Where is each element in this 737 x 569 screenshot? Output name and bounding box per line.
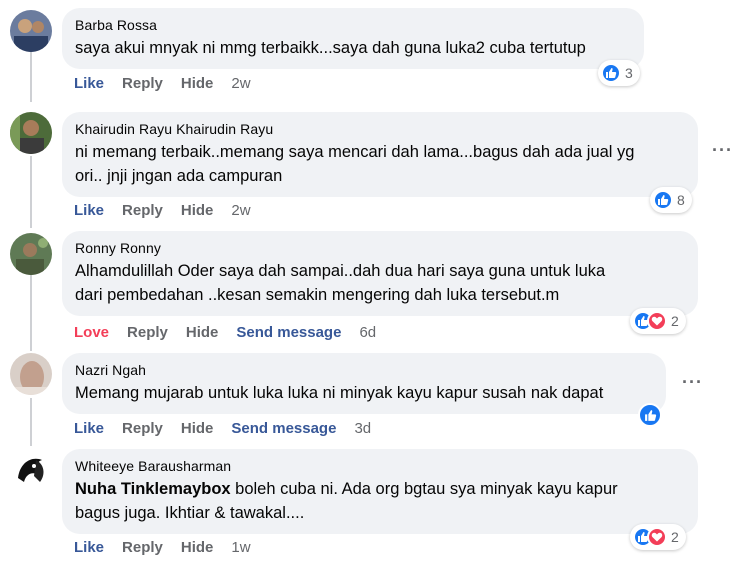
- love-reaction-icon: [647, 311, 667, 331]
- love-button[interactable]: Love: [74, 324, 109, 341]
- hide-button[interactable]: Hide: [181, 539, 214, 556]
- more-options-icon[interactable]: ···: [682, 372, 703, 393]
- comment-text: bagus juga. Ikhtiar & tawakal....: [75, 504, 305, 522]
- like-button[interactable]: Like: [74, 539, 104, 556]
- reaction-count: 8: [677, 192, 685, 208]
- comment-timestamp[interactable]: 3d: [354, 420, 371, 437]
- comment-actions: Like Reply Hide 1w: [74, 537, 269, 557]
- comment-text: Alhamdulillah Oder saya dah sampai..dah …: [75, 262, 606, 280]
- comment-bubble: Nazri Ngah Memang mujarab untuk luka luk…: [62, 353, 666, 414]
- reaction-summary[interactable]: 8: [650, 187, 692, 213]
- comment-text: Nuha Tinklemaybox boleh cuba ni. Ada org…: [75, 477, 685, 501]
- reply-button[interactable]: Reply: [122, 75, 163, 92]
- reply-button[interactable]: Reply: [127, 324, 168, 341]
- hide-button[interactable]: Hide: [181, 75, 214, 92]
- reaction-summary[interactable]: 2: [630, 308, 686, 334]
- hide-button[interactable]: Hide: [181, 420, 214, 437]
- like-button[interactable]: Like: [74, 202, 104, 219]
- love-reaction-icon: [647, 527, 667, 547]
- reaction-summary[interactable]: 2: [630, 524, 686, 550]
- thread-line: [30, 398, 32, 446]
- mentioned-user[interactable]: Nuha Tinklemaybox: [75, 480, 231, 498]
- send-message-button[interactable]: Send message: [236, 324, 341, 341]
- hide-button[interactable]: Hide: [181, 202, 214, 219]
- comment-text: saya akui mnyak ni mmg terbaikk...saya d…: [75, 39, 586, 57]
- reaction-summary[interactable]: 3: [598, 60, 640, 86]
- comment-text-part: boleh cuba ni. Ada org bgtau sya minyak …: [230, 480, 618, 498]
- comment-bubble: Khairudin Rayu Khairudin Rayu ni memang …: [62, 112, 698, 197]
- reaction-count: 2: [671, 313, 679, 329]
- comment-actions: Like Reply Hide 2w: [74, 73, 269, 93]
- thread-line: [30, 52, 32, 102]
- reaction-count: 3: [625, 65, 633, 81]
- comment-author[interactable]: Nazri Ngah: [75, 361, 653, 379]
- reaction-count: 2: [671, 529, 679, 545]
- comment-actions: Love Reply Hide Send message 6d: [74, 322, 394, 342]
- like-reaction-icon: [653, 190, 673, 210]
- avatar[interactable]: [10, 448, 52, 490]
- hide-button[interactable]: Hide: [186, 324, 219, 341]
- thread-line: [30, 275, 32, 351]
- like-button[interactable]: Like: [74, 420, 104, 437]
- comment-author[interactable]: Barba Rossa: [75, 16, 631, 34]
- comment-bubble: Ronny Ronny Alhamdulillah Oder saya dah …: [62, 231, 698, 316]
- more-options-icon[interactable]: ···: [712, 140, 733, 161]
- comment-timestamp[interactable]: 6d: [359, 324, 376, 341]
- avatar[interactable]: [10, 353, 52, 395]
- thread-line: [30, 156, 32, 228]
- avatar[interactable]: [10, 10, 52, 52]
- comment-text: ni memang terbaik..memang saya mencari d…: [75, 143, 635, 161]
- reaction-summary[interactable]: [636, 402, 664, 428]
- reply-button[interactable]: Reply: [122, 420, 163, 437]
- comment-actions: Like Reply Hide 2w: [74, 200, 269, 220]
- like-button[interactable]: Like: [74, 75, 104, 92]
- avatar[interactable]: [10, 112, 52, 154]
- comment-timestamp[interactable]: 1w: [231, 539, 250, 556]
- comment-author[interactable]: Khairudin Rayu Khairudin Rayu: [75, 120, 685, 138]
- comment-text: Memang mujarab untuk luka luka ni minyak…: [75, 384, 604, 402]
- avatar[interactable]: [10, 233, 52, 275]
- comment-bubble: Whiteeye Barausharman Nuha Tinklemaybox …: [62, 449, 698, 534]
- comment-bubble: Barba Rossa saya akui mnyak ni mmg terba…: [62, 8, 644, 69]
- comment-author[interactable]: Whiteeye Barausharman: [75, 457, 685, 475]
- reply-button[interactable]: Reply: [122, 202, 163, 219]
- comment-timestamp[interactable]: 2w: [231, 75, 250, 92]
- comment-text: ori.. jnji jngan ada campuran: [75, 167, 283, 185]
- reply-button[interactable]: Reply: [122, 539, 163, 556]
- comment-actions: Like Reply Hide Send message 3d: [74, 418, 389, 438]
- send-message-button[interactable]: Send message: [231, 420, 336, 437]
- comment-author[interactable]: Ronny Ronny: [75, 239, 685, 257]
- like-reaction-icon: [638, 403, 662, 427]
- like-reaction-icon: [601, 63, 621, 83]
- comment-timestamp[interactable]: 2w: [231, 202, 250, 219]
- comment-text: dari pembedahan ..kesan semakin mengerin…: [75, 286, 560, 304]
